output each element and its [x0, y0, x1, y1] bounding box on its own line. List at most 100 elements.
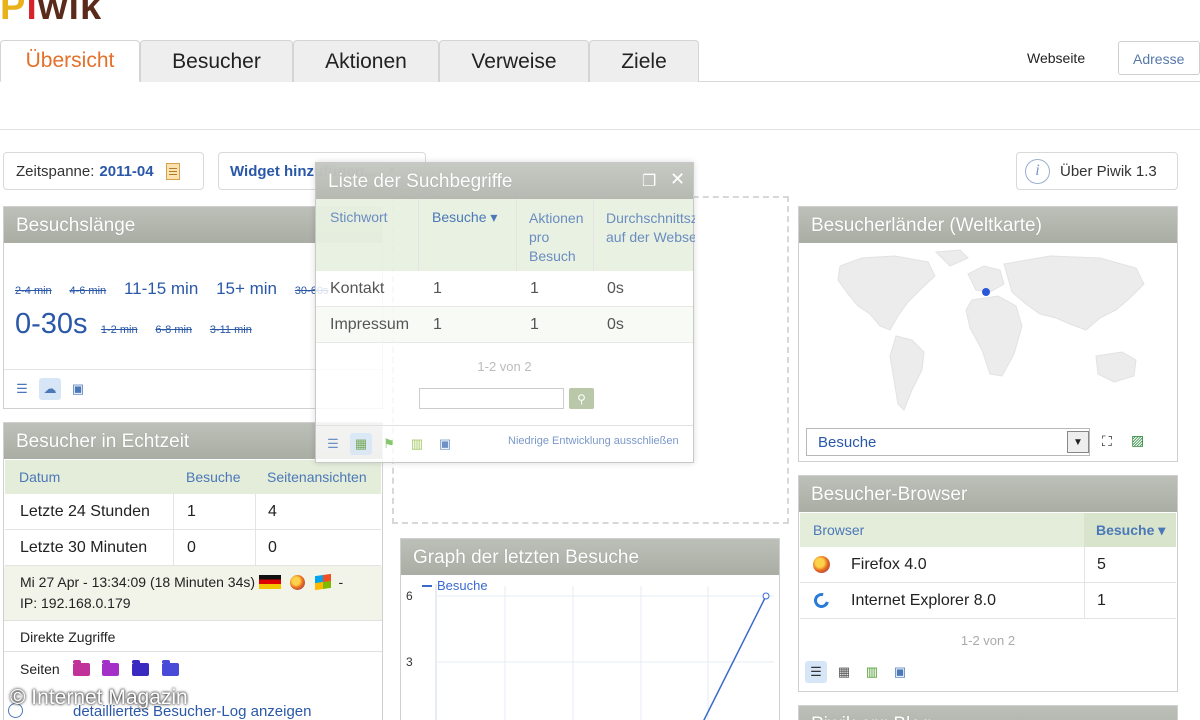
period-value[interactable]: 2011-04 — [99, 163, 153, 180]
y-tick-label: 6 — [406, 589, 413, 603]
row-keyword: Kontakt — [330, 279, 385, 297]
row-browser-name: Firefox 4.0 — [851, 555, 927, 573]
row-actions: 1 — [530, 279, 539, 297]
tab-ziele[interactable]: Ziele — [589, 40, 699, 82]
table-icon[interactable]: ☰ — [322, 433, 344, 455]
tab-aktionen[interactable]: Aktionen — [293, 40, 439, 82]
tag-4-6min[interactable]: 4-6 min — [69, 285, 106, 297]
column-header-actions-per-visit[interactable]: Aktionen pro Besuch — [529, 209, 599, 266]
series-line — [703, 595, 767, 720]
tag-1-2min[interactable]: 1-2 min — [101, 324, 138, 336]
africa-shape — [965, 295, 1023, 377]
table-icon[interactable]: ☰ — [11, 378, 33, 400]
row-visits: 0 — [187, 538, 196, 556]
widget-footer: ☰ ▦ ⚑ ▥ ▣ — [322, 433, 456, 455]
column-header-visits[interactable]: Besuche ▾ — [432, 209, 497, 226]
page-icon[interactable] — [72, 663, 90, 676]
firefox-icon — [813, 556, 830, 573]
tag-6-8min[interactable]: 6-8 min — [155, 324, 192, 336]
column-header-avg-time[interactable]: Durchschnittsz auf der Webse — [606, 209, 695, 247]
widget-title[interactable]: Besucherländer (Weltkarte) — [799, 207, 1177, 243]
map-metric-select[interactable]: Besuche ▼ — [806, 428, 1090, 456]
row-visits: 1 — [1097, 591, 1106, 609]
greenland-shape — [934, 249, 969, 267]
widget-title[interactable]: Besucher-Browser — [799, 476, 1177, 512]
maximise-icon[interactable]: ❐ — [642, 171, 656, 191]
bar-chart-icon[interactable]: ▥ — [861, 661, 883, 683]
widget-title[interactable]: Liste der Suchbegriffe — [316, 163, 693, 199]
bar-chart-icon[interactable]: ▥ — [406, 433, 428, 455]
page-icon[interactable] — [162, 663, 180, 676]
period-selector[interactable]: Zeitspanne: 2011-04 — [3, 152, 204, 190]
widget-visitor-browser: Besucher-Browser Browser Besuche ▾ Firef… — [798, 475, 1178, 692]
row-visits: 1 — [433, 315, 442, 333]
widget-footer: ☰ ▦ ▥ ▣ — [805, 661, 911, 683]
tag-11-15min[interactable]: 11-15 min — [124, 279, 198, 298]
about-piwik-button[interactable]: i Über Piwik 1.3 — [1016, 152, 1178, 190]
export-icon[interactable]: ▣ — [889, 661, 911, 683]
table-more-columns-icon[interactable]: ▦ — [350, 433, 372, 455]
watermark: © Internet Magazin — [10, 686, 188, 709]
north-america-shape — [837, 255, 936, 331]
tag-3-11min[interactable]: 3-11 min — [210, 324, 252, 336]
tag-cloud-icon[interactable]: ☁ — [39, 378, 61, 400]
export-icon[interactable]: ▣ — [67, 378, 89, 400]
chevron-down-icon[interactable]: ▼ — [1067, 431, 1089, 453]
widget-title[interactable]: Graph der letzten Besuche — [401, 539, 779, 575]
row-label: Letzte 24 Stunden — [20, 502, 150, 520]
south-america-shape — [889, 335, 925, 411]
windows-icon — [314, 573, 331, 591]
column-header-visits[interactable]: Besuche — [186, 460, 240, 494]
table-header: Datum Besuche Seitenansichten — [5, 460, 381, 494]
tab-verweise[interactable]: Verweise — [439, 40, 589, 82]
info-icon: i — [1025, 158, 1050, 184]
export-icon[interactable]: ▣ — [434, 433, 456, 455]
main-tab-bar: Übersicht Besucher Aktionen Verweise Zie… — [0, 40, 1200, 82]
widget-title[interactable]: Piwik.org Blog — [799, 706, 1177, 720]
tab-uebersicht[interactable]: Übersicht — [0, 40, 140, 82]
row-label: Letzte 30 Minuten — [20, 538, 148, 556]
calendar-icon[interactable] — [165, 162, 180, 180]
page-icon[interactable] — [132, 663, 150, 676]
widget-search-keywords[interactable]: Liste der Suchbegriffe ❐ ✕ Stichwort Bes… — [315, 162, 695, 463]
search-button[interactable]: ⚲ — [569, 388, 594, 409]
table-header: Browser Besuche ▾ — [800, 513, 1176, 547]
goal-flag-icon[interactable]: ⚑ — [378, 433, 400, 455]
sub-navigation-bar — [0, 82, 1200, 130]
column-header-visits[interactable]: Besuche ▾ — [1084, 513, 1176, 547]
legend-label[interactable]: Besuche — [437, 578, 488, 593]
page-icon[interactable] — [102, 663, 120, 676]
pages-label: Seiten — [20, 661, 60, 677]
tag-15plus-min[interactable]: 15+ min — [216, 279, 277, 298]
exclude-low-population-link[interactable]: Niedrige Entwicklung ausschließen — [508, 435, 679, 447]
fullscreen-icon[interactable]: ⛶ — [1102, 433, 1112, 450]
tab-besucher[interactable]: Besucher — [140, 40, 293, 82]
table-row[interactable]: Firefox 4.0 5 — [800, 547, 1176, 583]
table-icon[interactable]: ☰ — [805, 661, 827, 683]
website-address-field[interactable]: Adresse — [1118, 41, 1200, 75]
image-export-icon[interactable]: ▨ — [1131, 432, 1144, 449]
table-more-columns-icon[interactable]: ▦ — [833, 661, 855, 683]
about-label: Über Piwik 1.3 — [1060, 162, 1157, 180]
line-chart: 6 3 Besuche — [406, 578, 774, 720]
column-header-pageviews[interactable]: Seitenansichten — [267, 460, 367, 494]
table-row[interactable]: Kontakt 1 1 0s — [316, 271, 693, 307]
data-point[interactable] — [762, 592, 770, 600]
column-header-browser[interactable]: Browser — [813, 513, 864, 547]
visitor-location-marker[interactable] — [982, 288, 990, 296]
table-row[interactable]: Internet Explorer 8.0 1 — [800, 583, 1176, 619]
table-row[interactable]: Impressum 1 1 0s — [316, 307, 693, 343]
y-tick-label: 3 — [406, 655, 413, 669]
tag-cloud-row-2: 0-30s 1-2 min 6-8 min 3-11 min — [15, 308, 252, 341]
tag-2-4min[interactable]: 2-4 min — [15, 285, 52, 297]
column-header-keyword[interactable]: Stichwort — [330, 209, 388, 225]
series-besuche — [703, 592, 770, 720]
row-keyword: Impressum — [330, 315, 410, 333]
tag-0-30s[interactable]: 0-30s — [15, 308, 88, 340]
table-row: Letzte 24 Stunden 1 4 — [5, 494, 381, 530]
row-pageviews: 4 — [268, 502, 277, 520]
search-input[interactable] — [419, 388, 564, 409]
firefox-icon — [289, 575, 305, 590]
close-icon[interactable]: ✕ — [670, 169, 685, 190]
column-header-date[interactable]: Datum — [19, 460, 60, 494]
